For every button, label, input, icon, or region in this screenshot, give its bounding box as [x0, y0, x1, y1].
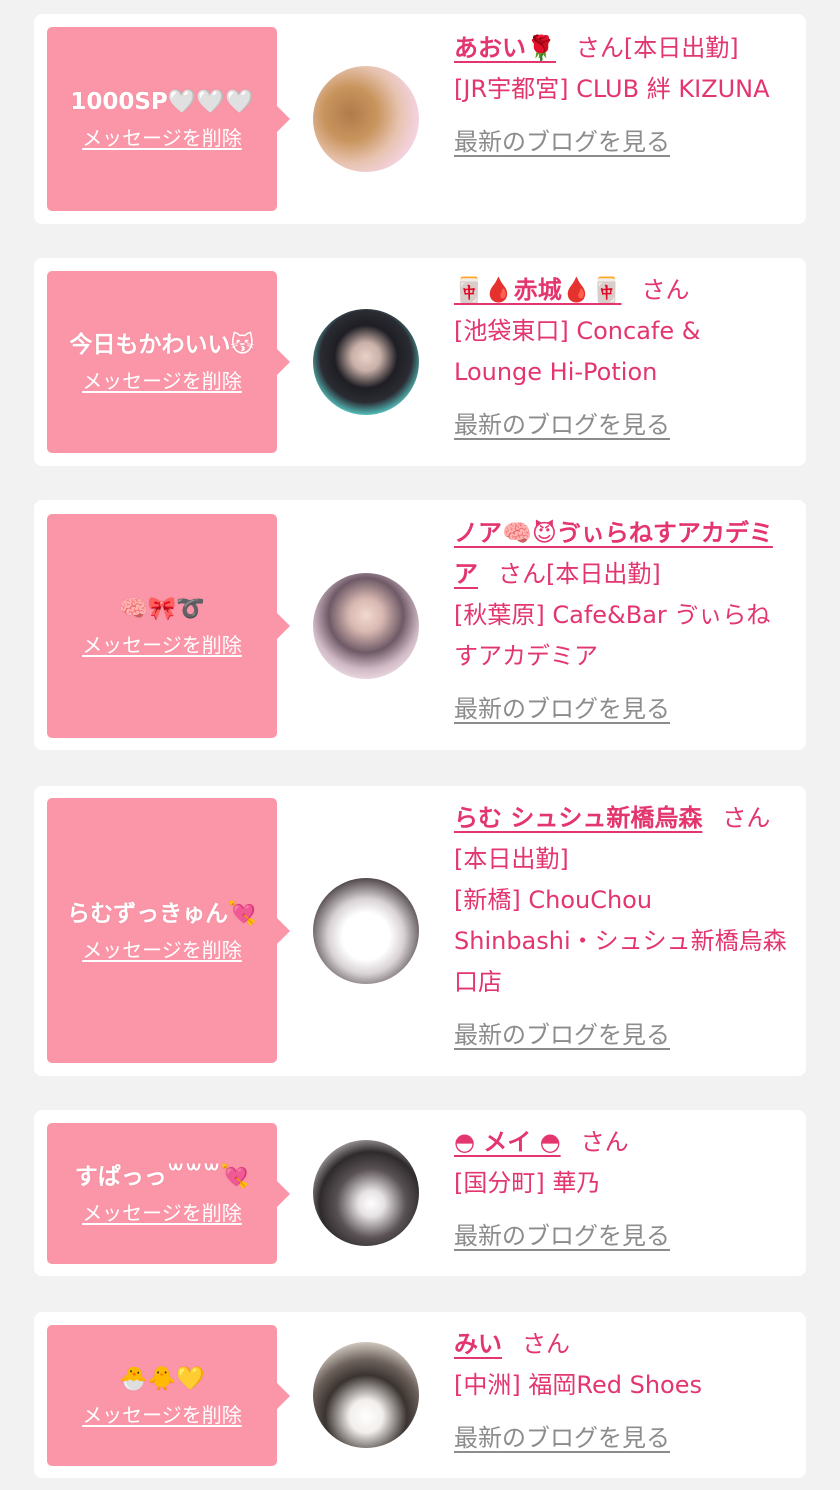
- status-badge: [本日出勤]: [454, 845, 569, 873]
- avatar[interactable]: [313, 878, 419, 984]
- message-bubble: 🐣🐥💛 メッセージを削除: [47, 1325, 290, 1466]
- message-text: 🐣🐥💛: [119, 1365, 205, 1392]
- honorific: さん: [641, 276, 690, 304]
- cast-name-link[interactable]: みい: [454, 1330, 502, 1358]
- avatar[interactable]: [313, 573, 419, 679]
- message-bubble: 今日もかわいい😽 メッセージを削除: [47, 271, 290, 453]
- shop-label: [秋葉原] Cafe&Bar ゔぃらねすアカデミア: [454, 601, 771, 670]
- avatar[interactable]: [313, 66, 419, 172]
- delete-message-link[interactable]: メッセージを削除: [82, 1200, 242, 1226]
- status-badge: [本日出勤]: [623, 34, 739, 62]
- cast-info: ノア🧠😈ゔぃらねすアカデミア さん[本日出勤] [秋葉原] Cafe&Bar ゔぃ…: [454, 513, 788, 730]
- delete-message-link[interactable]: メッセージを削除: [82, 368, 242, 394]
- message-card: すぱっっ꒳꒳꒳💘 メッセージを削除 ◓ メイ ◓ さん [国分町] 華乃 最新のブ…: [34, 1110, 806, 1276]
- message-text: 今日もかわいい😽: [69, 332, 255, 358]
- cast-name-link[interactable]: ◓ メイ ◓: [454, 1128, 561, 1156]
- shop-label: [池袋東口] Concafe & Lounge Hi-Potion: [454, 317, 701, 386]
- message-text: らむずっきゅん💘: [67, 900, 257, 927]
- message-card: 1000SP🤍🤍🤍 メッセージを削除 あおい🌹 さん[本日出勤] [JR宇都宮] …: [34, 14, 806, 224]
- delete-message-link[interactable]: メッセージを削除: [82, 937, 242, 963]
- delete-message-link[interactable]: メッセージを削除: [82, 125, 242, 151]
- avatar[interactable]: [313, 309, 419, 415]
- latest-blog-link[interactable]: 最新のブログを見る: [454, 1216, 788, 1257]
- message-bubble: らむずっきゅん💘 メッセージを削除: [47, 798, 290, 1063]
- honorific: さん: [722, 804, 771, 832]
- message-card: 🐣🐥💛 メッセージを削除 みい さん [中洲] 福岡Red Shoes 最新のブロ…: [34, 1312, 806, 1478]
- honorific: さん: [575, 34, 624, 62]
- shop-label: [新橋] ChouChou Shinbashi・シュシュ新橋烏森口店: [454, 886, 787, 996]
- status-badge: [本日出勤]: [546, 560, 661, 588]
- cast-info: らむ シュシュ新橋烏森 さん [本日出勤] [新橋] ChouChou Shinba…: [454, 798, 788, 1056]
- message-text: すぱっっ꒳꒳꒳💘: [74, 1163, 250, 1190]
- message-text: 🧠🎀➰: [119, 596, 205, 622]
- message-bubble: すぱっっ꒳꒳꒳💘 メッセージを削除: [47, 1123, 290, 1264]
- message-bubble: 🧠🎀➰ メッセージを削除: [47, 514, 290, 738]
- cast-name-link[interactable]: あおい🌹: [454, 34, 556, 62]
- honorific: さん: [522, 1330, 570, 1358]
- shop-label: [中洲] 福岡Red Shoes: [454, 1371, 702, 1399]
- cast-info: あおい🌹 さん[本日出勤] [JR宇都宮] CLUB 絆 KIZUNA 最新のブロ…: [454, 28, 788, 163]
- cast-info: みい さん [中洲] 福岡Red Shoes 最新のブログを見る: [454, 1324, 788, 1459]
- cast-name-link[interactable]: らむ シュシュ新橋烏森: [454, 804, 702, 832]
- latest-blog-link[interactable]: 最新のブログを見る: [454, 1418, 788, 1459]
- message-text: 1000SP🤍🤍🤍: [70, 89, 254, 115]
- avatar[interactable]: [313, 1342, 419, 1448]
- delete-message-link[interactable]: メッセージを削除: [82, 632, 242, 658]
- latest-blog-link[interactable]: 最新のブログを見る: [454, 122, 788, 163]
- avatar[interactable]: [313, 1140, 419, 1246]
- delete-message-link[interactable]: メッセージを削除: [82, 1402, 242, 1428]
- message-card: らむずっきゅん💘 メッセージを削除 らむ シュシュ新橋烏森 さん [本日出勤] [新…: [34, 786, 806, 1076]
- latest-blog-link[interactable]: 最新のブログを見る: [454, 405, 788, 446]
- honorific: さん: [580, 1128, 629, 1156]
- message-card: 🧠🎀➰ メッセージを削除 ノア🧠😈ゔぃらねすアカデミア さん[本日出勤] [秋葉原…: [34, 500, 806, 750]
- message-card: 今日もかわいい😽 メッセージを削除 🀄🩸赤城🩸🀄 さん [池袋東口] Concaf…: [34, 258, 806, 466]
- cast-name-link[interactable]: 🀄🩸赤城🩸🀄: [454, 276, 622, 304]
- shop-label: [JR宇都宮] CLUB 絆 KIZUNA: [454, 75, 770, 103]
- shop-label: [国分町] 華乃: [454, 1169, 601, 1197]
- latest-blog-link[interactable]: 最新のブログを見る: [454, 689, 788, 730]
- latest-blog-link[interactable]: 最新のブログを見る: [454, 1015, 788, 1056]
- cast-info: ◓ メイ ◓ さん [国分町] 華乃 最新のブログを見る: [454, 1122, 788, 1257]
- cast-info: 🀄🩸赤城🩸🀄 さん [池袋東口] Concafe & Lounge Hi-Poti…: [454, 270, 788, 446]
- honorific: さん: [498, 560, 546, 588]
- message-bubble: 1000SP🤍🤍🤍 メッセージを削除: [47, 27, 290, 211]
